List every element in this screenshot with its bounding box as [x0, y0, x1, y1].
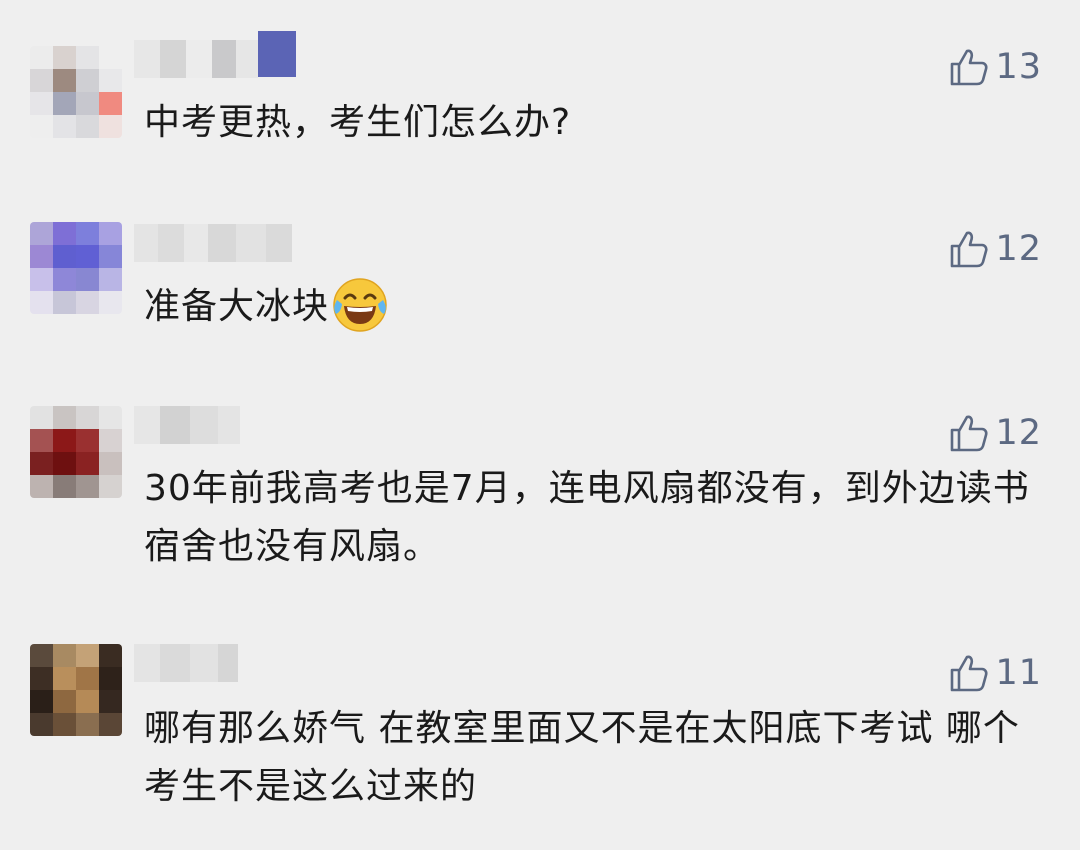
username-redacted[interactable]: [134, 644, 238, 682]
comment-text: 准备大冰块: [144, 276, 1024, 336]
username-redacted[interactable]: [134, 224, 292, 262]
thumbs-up-icon: [951, 231, 988, 268]
like-count: 12: [995, 413, 1042, 453]
avatar[interactable]: [30, 46, 122, 138]
thumbs-up-icon: [951, 49, 988, 86]
like-button[interactable]: 13: [947, 44, 1042, 90]
like-count: 13: [995, 47, 1042, 87]
thumbs-up-icon: [951, 415, 988, 452]
username-redacted[interactable]: [134, 31, 296, 78]
comment-text: 哪有那么娇气 在教室里面又不是在太阳底下考试 哪个考生不是这么过来的: [144, 708, 1020, 807]
laughing-tears-emoji-icon: [333, 278, 387, 332]
avatar[interactable]: [30, 406, 122, 498]
like-button[interactable]: 12: [947, 226, 1042, 272]
comment-text-content: 准备大冰块: [144, 286, 330, 327]
comment-text: 30年前我高考也是7月，连电风扇都没有，到外边读书宿舍也没有风扇。: [144, 468, 1030, 567]
avatar[interactable]: [30, 644, 122, 736]
like-count: 11: [995, 653, 1042, 693]
avatar[interactable]: [30, 222, 122, 314]
thumbs-up-icon: [951, 655, 988, 692]
like-button[interactable]: 11: [947, 650, 1042, 696]
username-redacted[interactable]: [134, 406, 240, 444]
comment-text: 中考更热，考生们怎么办?: [144, 102, 572, 143]
like-count: 12: [995, 229, 1042, 269]
like-button[interactable]: 12: [947, 410, 1042, 456]
